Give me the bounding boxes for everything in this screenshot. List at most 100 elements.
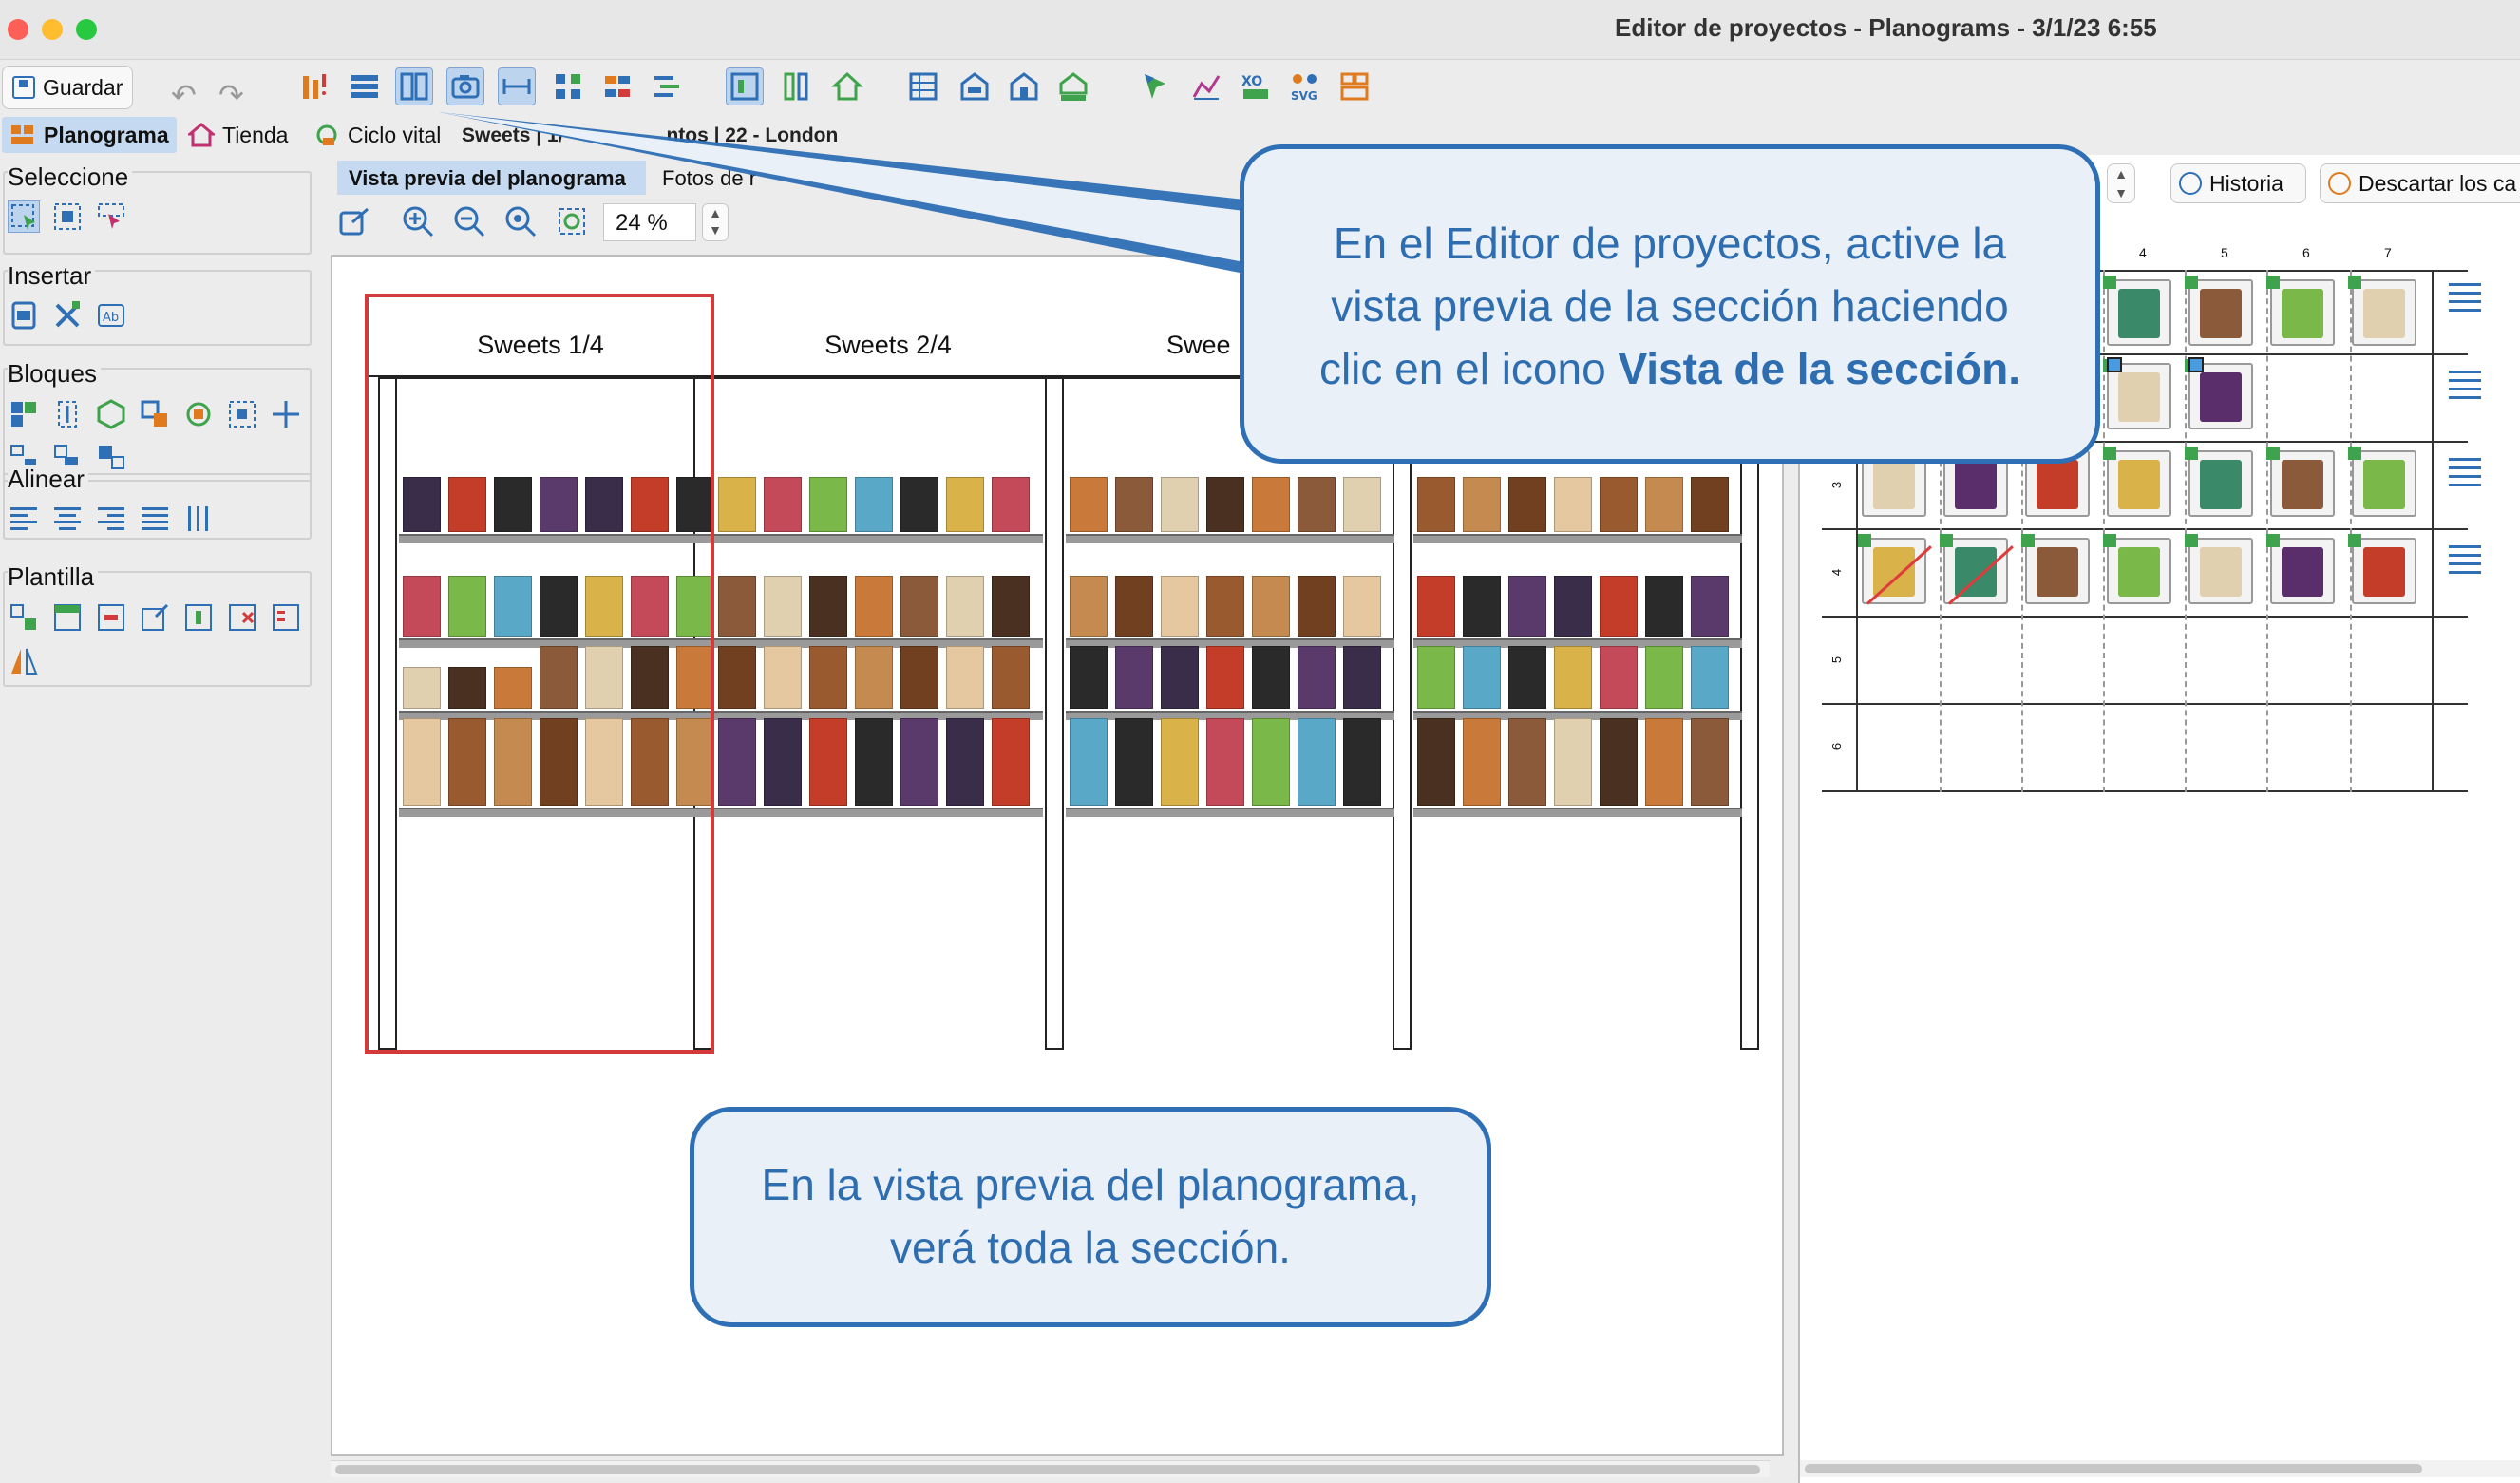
home-icon[interactable] (828, 67, 866, 105)
product-facing[interactable] (809, 576, 847, 637)
section-view-icon[interactable] (446, 67, 484, 105)
product-facing[interactable] (1206, 718, 1244, 806)
align-right-icon[interactable] (95, 503, 127, 535)
product-facing[interactable] (1691, 576, 1729, 637)
grid-product-cell[interactable] (1862, 538, 1926, 604)
product-facing[interactable] (1161, 718, 1199, 806)
template-apply-icon[interactable] (8, 601, 40, 634)
product-facing[interactable] (900, 477, 938, 532)
tab-vista-previa[interactable]: Vista previa del planograma (337, 161, 646, 195)
block-rotate-icon[interactable] (182, 398, 215, 430)
pointer-tool-icon[interactable] (1136, 67, 1174, 105)
block-resize-icon[interactable] (226, 398, 258, 430)
product-facing[interactable] (1691, 646, 1729, 709)
grid-product-cell[interactable] (2270, 279, 2335, 346)
product-facing[interactable] (1161, 646, 1199, 709)
bay-view-icon[interactable] (395, 67, 433, 105)
analytics-icon[interactable] (1187, 67, 1225, 105)
product-facing[interactable] (718, 576, 756, 637)
product-facing[interactable] (1508, 718, 1546, 806)
product-facing[interactable] (1508, 576, 1546, 637)
product-facing[interactable] (1463, 477, 1501, 532)
maximize-window-button[interactable] (76, 19, 97, 40)
insert-text-icon[interactable]: Ab (95, 299, 127, 332)
building-icon[interactable] (1005, 67, 1043, 105)
product-facing[interactable] (1115, 576, 1153, 637)
grid-product-cell[interactable] (2188, 363, 2253, 429)
scrollbar-thumb[interactable] (335, 1465, 1760, 1474)
select-all-icon[interactable] (51, 200, 84, 233)
zoom-out-icon[interactable] (451, 203, 487, 239)
grid-product-cell[interactable] (2107, 363, 2171, 429)
template-add-icon[interactable] (182, 601, 215, 634)
product-facing[interactable] (946, 576, 984, 637)
block-create-icon[interactable] (8, 398, 40, 430)
product-facing[interactable] (855, 646, 893, 709)
grid-product-cell[interactable] (2107, 279, 2171, 346)
grid-product-cell[interactable] (2188, 538, 2253, 604)
product-facing[interactable] (1554, 576, 1592, 637)
product-facing[interactable] (1252, 477, 1290, 532)
product-facing[interactable] (1070, 646, 1108, 709)
row-menu-icon[interactable] (2449, 545, 2481, 580)
planogram-report-icon[interactable] (1336, 67, 1374, 105)
product-facing[interactable] (1600, 646, 1638, 709)
product-facing[interactable] (1463, 576, 1501, 637)
select-tool-icon[interactable] (8, 200, 40, 233)
block-ungroup-icon[interactable] (95, 442, 127, 474)
zoom-input[interactable]: 24 % (603, 203, 696, 241)
mirror-icon[interactable] (8, 645, 40, 677)
product-facing[interactable] (992, 646, 1030, 709)
tab-ciclo-vital[interactable]: Ciclo vital (306, 117, 448, 153)
grid-product-cell[interactable] (2025, 538, 2090, 604)
product-facing[interactable] (1600, 477, 1638, 532)
product-facing[interactable] (1252, 646, 1290, 709)
store-map-icon[interactable] (726, 67, 764, 105)
product-facing[interactable] (1115, 646, 1153, 709)
minimize-window-button[interactable] (42, 19, 63, 40)
product-facing[interactable] (946, 646, 984, 709)
tab-fotos[interactable]: Fotos de r (651, 161, 767, 197)
zoom-stepper[interactable]: ▲ ▼ (702, 203, 729, 241)
product-facing[interactable] (855, 477, 893, 532)
product-facing[interactable] (764, 646, 802, 709)
tab-planograma[interactable]: Planograma (2, 117, 177, 153)
insert-shelf-icon[interactable] (8, 299, 40, 332)
undo-icon[interactable]: ↶ (171, 77, 197, 113)
list-icon[interactable] (648, 67, 686, 105)
product-facing[interactable] (1554, 718, 1592, 806)
product-facing[interactable] (1298, 576, 1336, 637)
grid-product-cell[interactable] (2352, 279, 2416, 346)
distribute-icon[interactable] (182, 503, 215, 535)
tab-tienda[interactable]: Tienda (180, 117, 295, 153)
product-facing[interactable] (1206, 576, 1244, 637)
move-icon[interactable] (270, 398, 302, 430)
product-facing[interactable] (1161, 477, 1199, 532)
pane-stepper[interactable]: ▲ ▼ (2107, 163, 2135, 203)
align-left-icon[interactable] (8, 503, 40, 535)
dimension-icon[interactable] (498, 67, 536, 105)
product-facing[interactable] (855, 718, 893, 806)
product-facing[interactable] (1115, 718, 1153, 806)
template-grid-icon[interactable] (51, 601, 84, 634)
descartar-button[interactable]: Descartar los ca (2320, 163, 2520, 203)
product-facing[interactable] (1463, 646, 1501, 709)
product-facing[interactable] (1343, 576, 1381, 637)
product-facing[interactable] (718, 718, 756, 806)
template-remove-icon[interactable] (95, 601, 127, 634)
product-facing[interactable] (1252, 718, 1290, 806)
product-facing[interactable] (809, 646, 847, 709)
grid-product-cell[interactable] (2270, 538, 2335, 604)
beta-store-icon[interactable] (1054, 67, 1092, 105)
svg-export-icon[interactable]: SVG (1286, 67, 1324, 105)
product-facing[interactable] (1508, 477, 1546, 532)
table-icon[interactable] (904, 67, 942, 105)
product-facing[interactable] (1645, 477, 1683, 532)
grid-product-cell[interactable] (2107, 450, 2171, 517)
grid-product-cell[interactable] (1943, 538, 2008, 604)
product-grid-icon[interactable] (549, 67, 587, 105)
product-facing[interactable] (809, 477, 847, 532)
product-facing[interactable] (1161, 576, 1199, 637)
close-window-button[interactable] (8, 19, 28, 40)
product-facing[interactable] (764, 477, 802, 532)
